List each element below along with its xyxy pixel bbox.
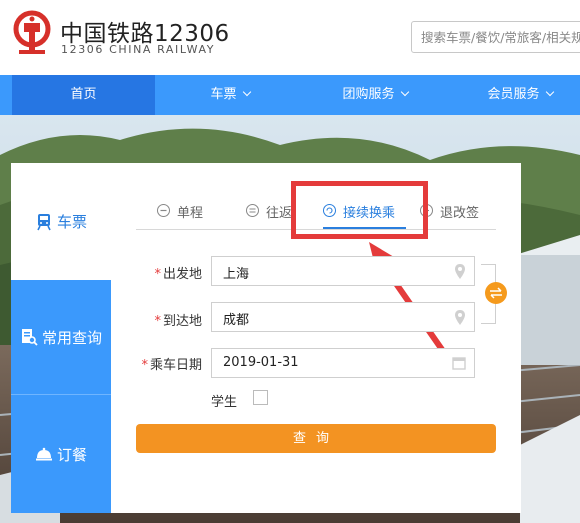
required-mark: *	[154, 267, 161, 282]
nav-home-label: 首页	[70, 87, 97, 102]
nav-home[interactable]: 首页	[12, 75, 155, 115]
travel-date-value: 2019-01-31	[223, 355, 299, 370]
tab-refund-change[interactable]: 退改签	[420, 202, 479, 229]
sidebar-item-common-queries[interactable]: 常用查询	[11, 280, 111, 394]
annotation-highlight-box	[291, 181, 428, 239]
to-label-text: 到达地	[162, 314, 202, 329]
chevron-down-icon	[400, 87, 409, 97]
tab-label: 往返	[266, 206, 293, 221]
booking-sidebar: 车票 常用查询 订餐	[11, 163, 111, 513]
page: 中国铁路12306 12306 CHINA RAILWAY 首页 车票 团购服务…	[0, 0, 580, 523]
site-search[interactable]	[411, 21, 580, 53]
required-mark: *	[141, 358, 148, 373]
student-checkbox[interactable]	[253, 390, 268, 405]
chevron-down-icon	[545, 87, 554, 97]
location-pin-icon	[454, 309, 466, 330]
nav-member[interactable]: 会员服务	[450, 75, 580, 115]
from-station-value: 上海	[223, 267, 250, 282]
travel-date-field[interactable]: 2019-01-31	[211, 348, 475, 378]
document-search-icon	[20, 328, 38, 346]
sidebar-item-label: 车票	[56, 213, 87, 231]
nav-tickets[interactable]: 车票	[160, 75, 300, 115]
sidebar-item-tickets[interactable]: 车票	[11, 163, 111, 280]
round-trip-icon	[246, 204, 259, 217]
to-station-field[interactable]: 成都	[211, 302, 475, 332]
sidebar-item-label: 常用查询	[41, 328, 102, 347]
tab-one-way[interactable]: 单程	[157, 202, 203, 229]
calendar-icon	[452, 355, 466, 374]
food-cloche-icon	[35, 445, 53, 463]
query-button[interactable]: 查询	[136, 424, 496, 453]
nav-tickets-label: 车票	[210, 87, 237, 102]
swap-stations-icon[interactable]	[485, 282, 507, 304]
location-pin-icon	[454, 263, 466, 284]
search-input[interactable]	[412, 22, 580, 52]
sidebar-item-label: 订餐	[56, 445, 87, 464]
train-icon	[35, 213, 53, 231]
one-way-icon	[157, 204, 170, 217]
required-mark: *	[154, 314, 161, 329]
nav-member-label: 会员服务	[487, 87, 540, 102]
to-station-value: 成都	[223, 313, 250, 328]
date-label: * 乘车日期	[132, 354, 202, 373]
nav-group-buying-label: 团购服务	[342, 87, 395, 102]
to-label: * 到达地	[132, 310, 202, 329]
from-label-text: 出发地	[162, 267, 202, 282]
tab-label: 单程	[177, 206, 204, 221]
date-label-text: 乘车日期	[149, 358, 202, 373]
tab-round-trip[interactable]: 往返	[246, 202, 292, 229]
china-railway-logo-icon[interactable]	[13, 10, 51, 56]
from-station-field[interactable]: 上海	[211, 256, 475, 286]
main-nav: 首页 车票 团购服务 会员服务	[0, 75, 580, 115]
student-label: 学生	[211, 395, 238, 410]
chevron-down-icon	[242, 87, 251, 97]
nav-group-buying[interactable]: 团购服务	[300, 75, 450, 115]
sidebar-item-order-food[interactable]: 订餐	[11, 394, 111, 513]
tab-label: 退改签	[440, 206, 480, 221]
from-label: * 出发地	[132, 263, 202, 282]
brand-subtitle: 12306 CHINA RAILWAY	[61, 43, 216, 56]
header: 中国铁路12306 12306 CHINA RAILWAY	[0, 0, 580, 75]
